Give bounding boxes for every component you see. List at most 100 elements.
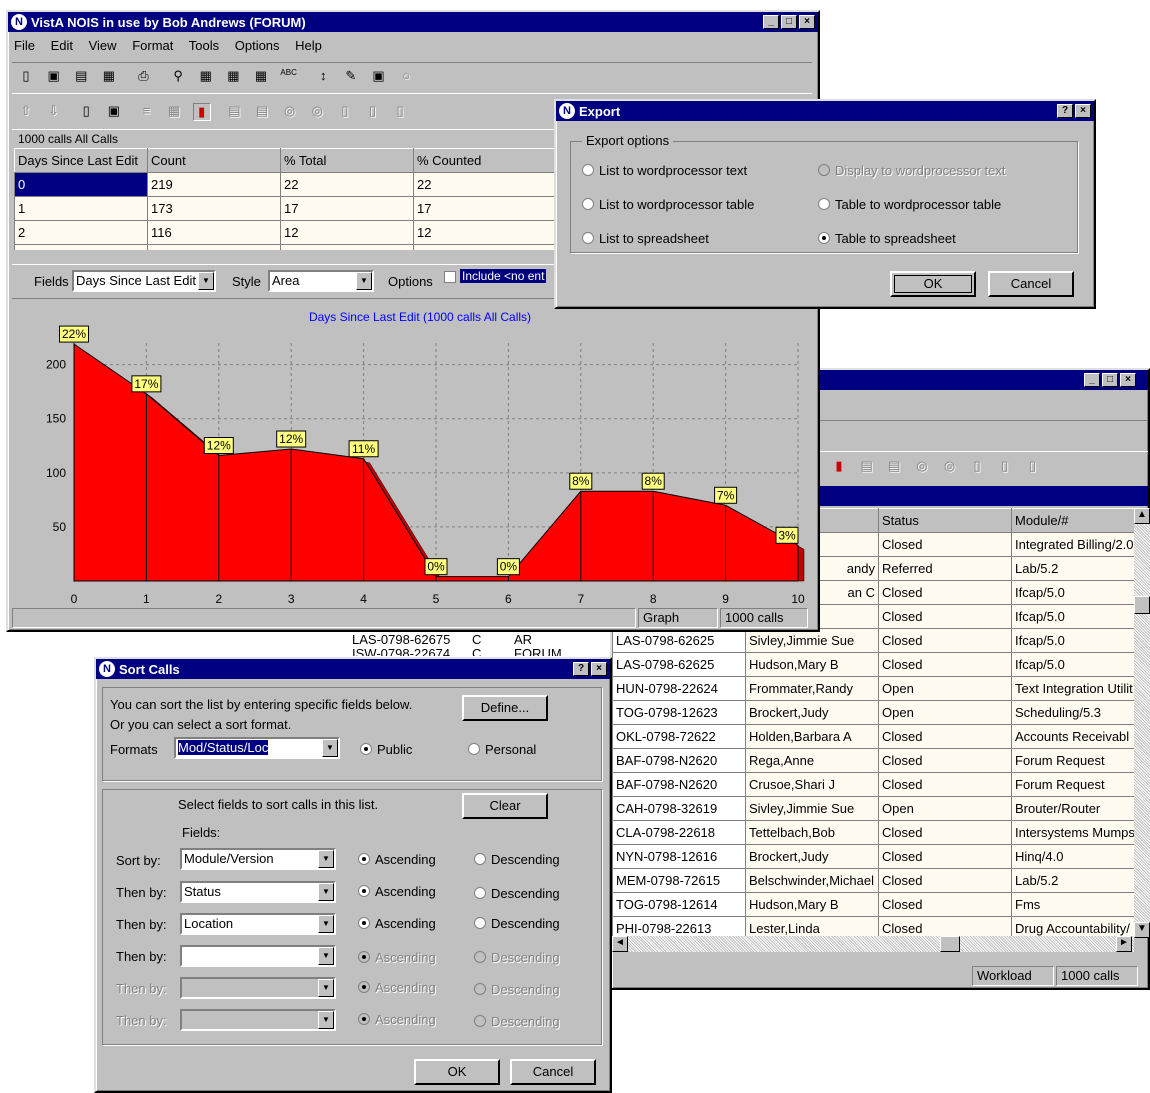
cancel-button[interactable]: Cancel	[988, 271, 1074, 297]
report-icon[interactable]: ▤	[225, 103, 243, 121]
maximize-icon[interactable]: □	[781, 15, 797, 29]
stats-cell[interactable]	[147, 244, 281, 250]
desc-radio-4[interactable]: Descending	[474, 950, 560, 965]
table-cell[interactable]: Holden,Barbara A	[745, 724, 879, 749]
gear2-icon[interactable]: ◎	[308, 103, 326, 121]
desc-radio-1[interactable]: Descending	[474, 852, 560, 867]
stats-cell[interactable]: 1	[14, 196, 148, 221]
grid-icon[interactable]: ▦	[197, 68, 215, 86]
page3-icon[interactable]: ▯	[1023, 458, 1041, 476]
table-cell[interactable]: Fms	[1011, 892, 1134, 917]
report2-icon[interactable]: ▤	[253, 103, 271, 121]
close-icon[interactable]: ×	[1075, 104, 1091, 118]
stats-row[interactable]: 0 219 22 22	[14, 172, 554, 197]
chevron-down-icon[interactable]: ▼	[318, 850, 334, 868]
report-icon[interactable]: ▤	[858, 458, 876, 476]
doc-icon[interactable]: ▤	[885, 458, 903, 476]
table-cell[interactable]: Text Integration Utilit	[1011, 676, 1134, 701]
table-cell[interactable]: Hudson,Mary B	[745, 652, 879, 677]
table-row[interactable]: TOG-0798-12623 Brockert,Judy Open Schedulin…	[612, 700, 1134, 725]
table-cell[interactable]: Closed	[878, 652, 1012, 677]
stats-cell[interactable]: 219	[147, 172, 281, 197]
stats-cell[interactable]: 22	[413, 172, 554, 197]
close-icon[interactable]: ×	[1120, 373, 1136, 387]
chevron-down-icon[interactable]: ▼	[318, 883, 334, 901]
table-row[interactable]: CLA-0798-22618 Tettelbach,Bob Closed Inters…	[612, 820, 1134, 845]
stats-cell[interactable]: 17	[413, 196, 554, 221]
table-row[interactable]: HUN-0798-22624 Frommater,Randy Open Text In…	[612, 676, 1134, 701]
table-cell[interactable]: PHI-0798-22613	[612, 916, 746, 938]
desc-radio-5[interactable]: Descending	[474, 982, 560, 997]
table-cell[interactable]: Brouter/Router	[1011, 796, 1134, 821]
table-cell[interactable]: CLA-0798-22618	[612, 820, 746, 845]
stats-cell[interactable]	[413, 244, 554, 250]
stats-row[interactable]: 1 173 17 17	[14, 196, 554, 221]
table-row[interactable]: NYN-0798-12616 Brockert,Judy Closed Hinq/4.…	[612, 844, 1134, 869]
table-cell[interactable]: Closed	[878, 724, 1012, 749]
grid3-icon[interactable]: ▦	[252, 68, 270, 86]
gear-icon[interactable]: ◎	[913, 458, 931, 476]
table-cell[interactable]: Ifcap/5.0	[1011, 628, 1134, 653]
open-icon[interactable]: ▣	[45, 68, 63, 86]
table-cell[interactable]: Lab/5.2	[1011, 868, 1134, 893]
table-cell[interactable]: Forum Request	[1011, 772, 1134, 797]
sort-field-6[interactable]: ▼	[180, 1009, 336, 1031]
menu-options[interactable]: Options	[235, 38, 280, 53]
table-row[interactable]: LAS-0798-62625 Sivley,Jimmie Sue Closed Ifc…	[612, 628, 1134, 653]
vertical-scrollbar[interactable]: ▲ ▼	[1134, 508, 1150, 938]
col-module[interactable]: Module/#	[1011, 508, 1134, 533]
table-cell[interactable]: Intersystems Mumps	[1011, 820, 1134, 845]
asc-radio-5[interactable]: Ascending	[358, 980, 436, 995]
table-cell[interactable]: Scheduling/5.3	[1011, 700, 1134, 725]
desc-radio-2[interactable]: Descending	[474, 886, 560, 901]
new-icon[interactable]: ▯	[17, 68, 35, 86]
table-cell[interactable]: Brockert,Judy	[745, 844, 879, 869]
table-cell[interactable]: Closed	[878, 628, 1012, 653]
table-row[interactable]: CAH-0798-32619 Sivley,Jimmie Sue Open Brout…	[612, 796, 1134, 821]
menu-edit[interactable]: Edit	[51, 38, 73, 53]
folders-icon[interactable]: ▤	[72, 68, 90, 86]
stats-row[interactable]: 2 116 12 12	[14, 220, 554, 245]
public-radio[interactable]: Public	[360, 742, 412, 757]
table-cell[interactable]: Ifcap/5.0	[1011, 580, 1134, 605]
table-cell[interactable]: BAF-0798-N2620	[612, 748, 746, 773]
sort-field-2[interactable]: Status ▼	[180, 881, 336, 903]
asc-radio-3[interactable]: Ascending	[358, 916, 436, 931]
sort-field-1[interactable]: Module/Version ▼	[180, 848, 336, 870]
table-cell[interactable]: Hinq/4.0	[1011, 844, 1134, 869]
col-count[interactable]: Count	[147, 148, 281, 173]
opt-table-ss[interactable]: Table to spreadsheet	[818, 231, 956, 246]
table-cell[interactable]: Closed	[878, 772, 1012, 797]
table-cell[interactable]: NYN-0798-12616	[612, 844, 746, 869]
menu-tools[interactable]: Tools	[189, 38, 219, 53]
table-cell[interactable]: TOG-0798-12623	[612, 700, 746, 725]
table-cell[interactable]: Frommater,Randy	[745, 676, 879, 701]
table-cell[interactable]: Integrated Billing/2.0	[1011, 532, 1134, 557]
table-cell[interactable]: Drug Accountability/	[1011, 916, 1134, 938]
table-cell[interactable]: Sivley,Jimmie Sue	[745, 628, 879, 653]
ok-button[interactable]: OK	[414, 1059, 500, 1085]
help-icon[interactable]: ?	[1057, 104, 1073, 118]
grid2-icon[interactable]: ▦	[224, 68, 242, 86]
lines-icon[interactable]: ≡	[138, 103, 156, 121]
menu-file[interactable]: File	[14, 38, 35, 53]
stats-cell[interactable]: 0	[14, 172, 148, 197]
sort-icon[interactable]: ↕	[314, 68, 332, 86]
stats-row[interactable]	[14, 244, 554, 250]
chart-icon[interactable]: ▮	[192, 103, 211, 121]
table-cell[interactable]: Closed	[878, 844, 1012, 869]
circle-icon[interactable]: ○	[397, 68, 415, 86]
table-cell[interactable]: MEM-0798-72615	[612, 868, 746, 893]
chevron-down-icon[interactable]: ▼	[318, 979, 334, 997]
hscroll-thumb[interactable]	[940, 936, 960, 952]
asc-radio-4[interactable]: Ascending	[358, 950, 436, 965]
table-cell[interactable]: Accounts Receivabl	[1011, 724, 1134, 749]
table-cell[interactable]: Closed	[878, 532, 1012, 557]
col-status[interactable]: Status	[878, 508, 1012, 533]
page2-icon[interactable]: ▯	[996, 458, 1014, 476]
opt-list-wp-table[interactable]: List to wordprocessor table	[582, 197, 754, 212]
asc-radio-1[interactable]: Ascending	[358, 852, 436, 867]
horizontal-scrollbar[interactable]: ◄ ►	[612, 936, 1134, 952]
chevron-down-icon[interactable]: ▼	[318, 1011, 334, 1029]
table-cell[interactable]: Open	[878, 676, 1012, 701]
